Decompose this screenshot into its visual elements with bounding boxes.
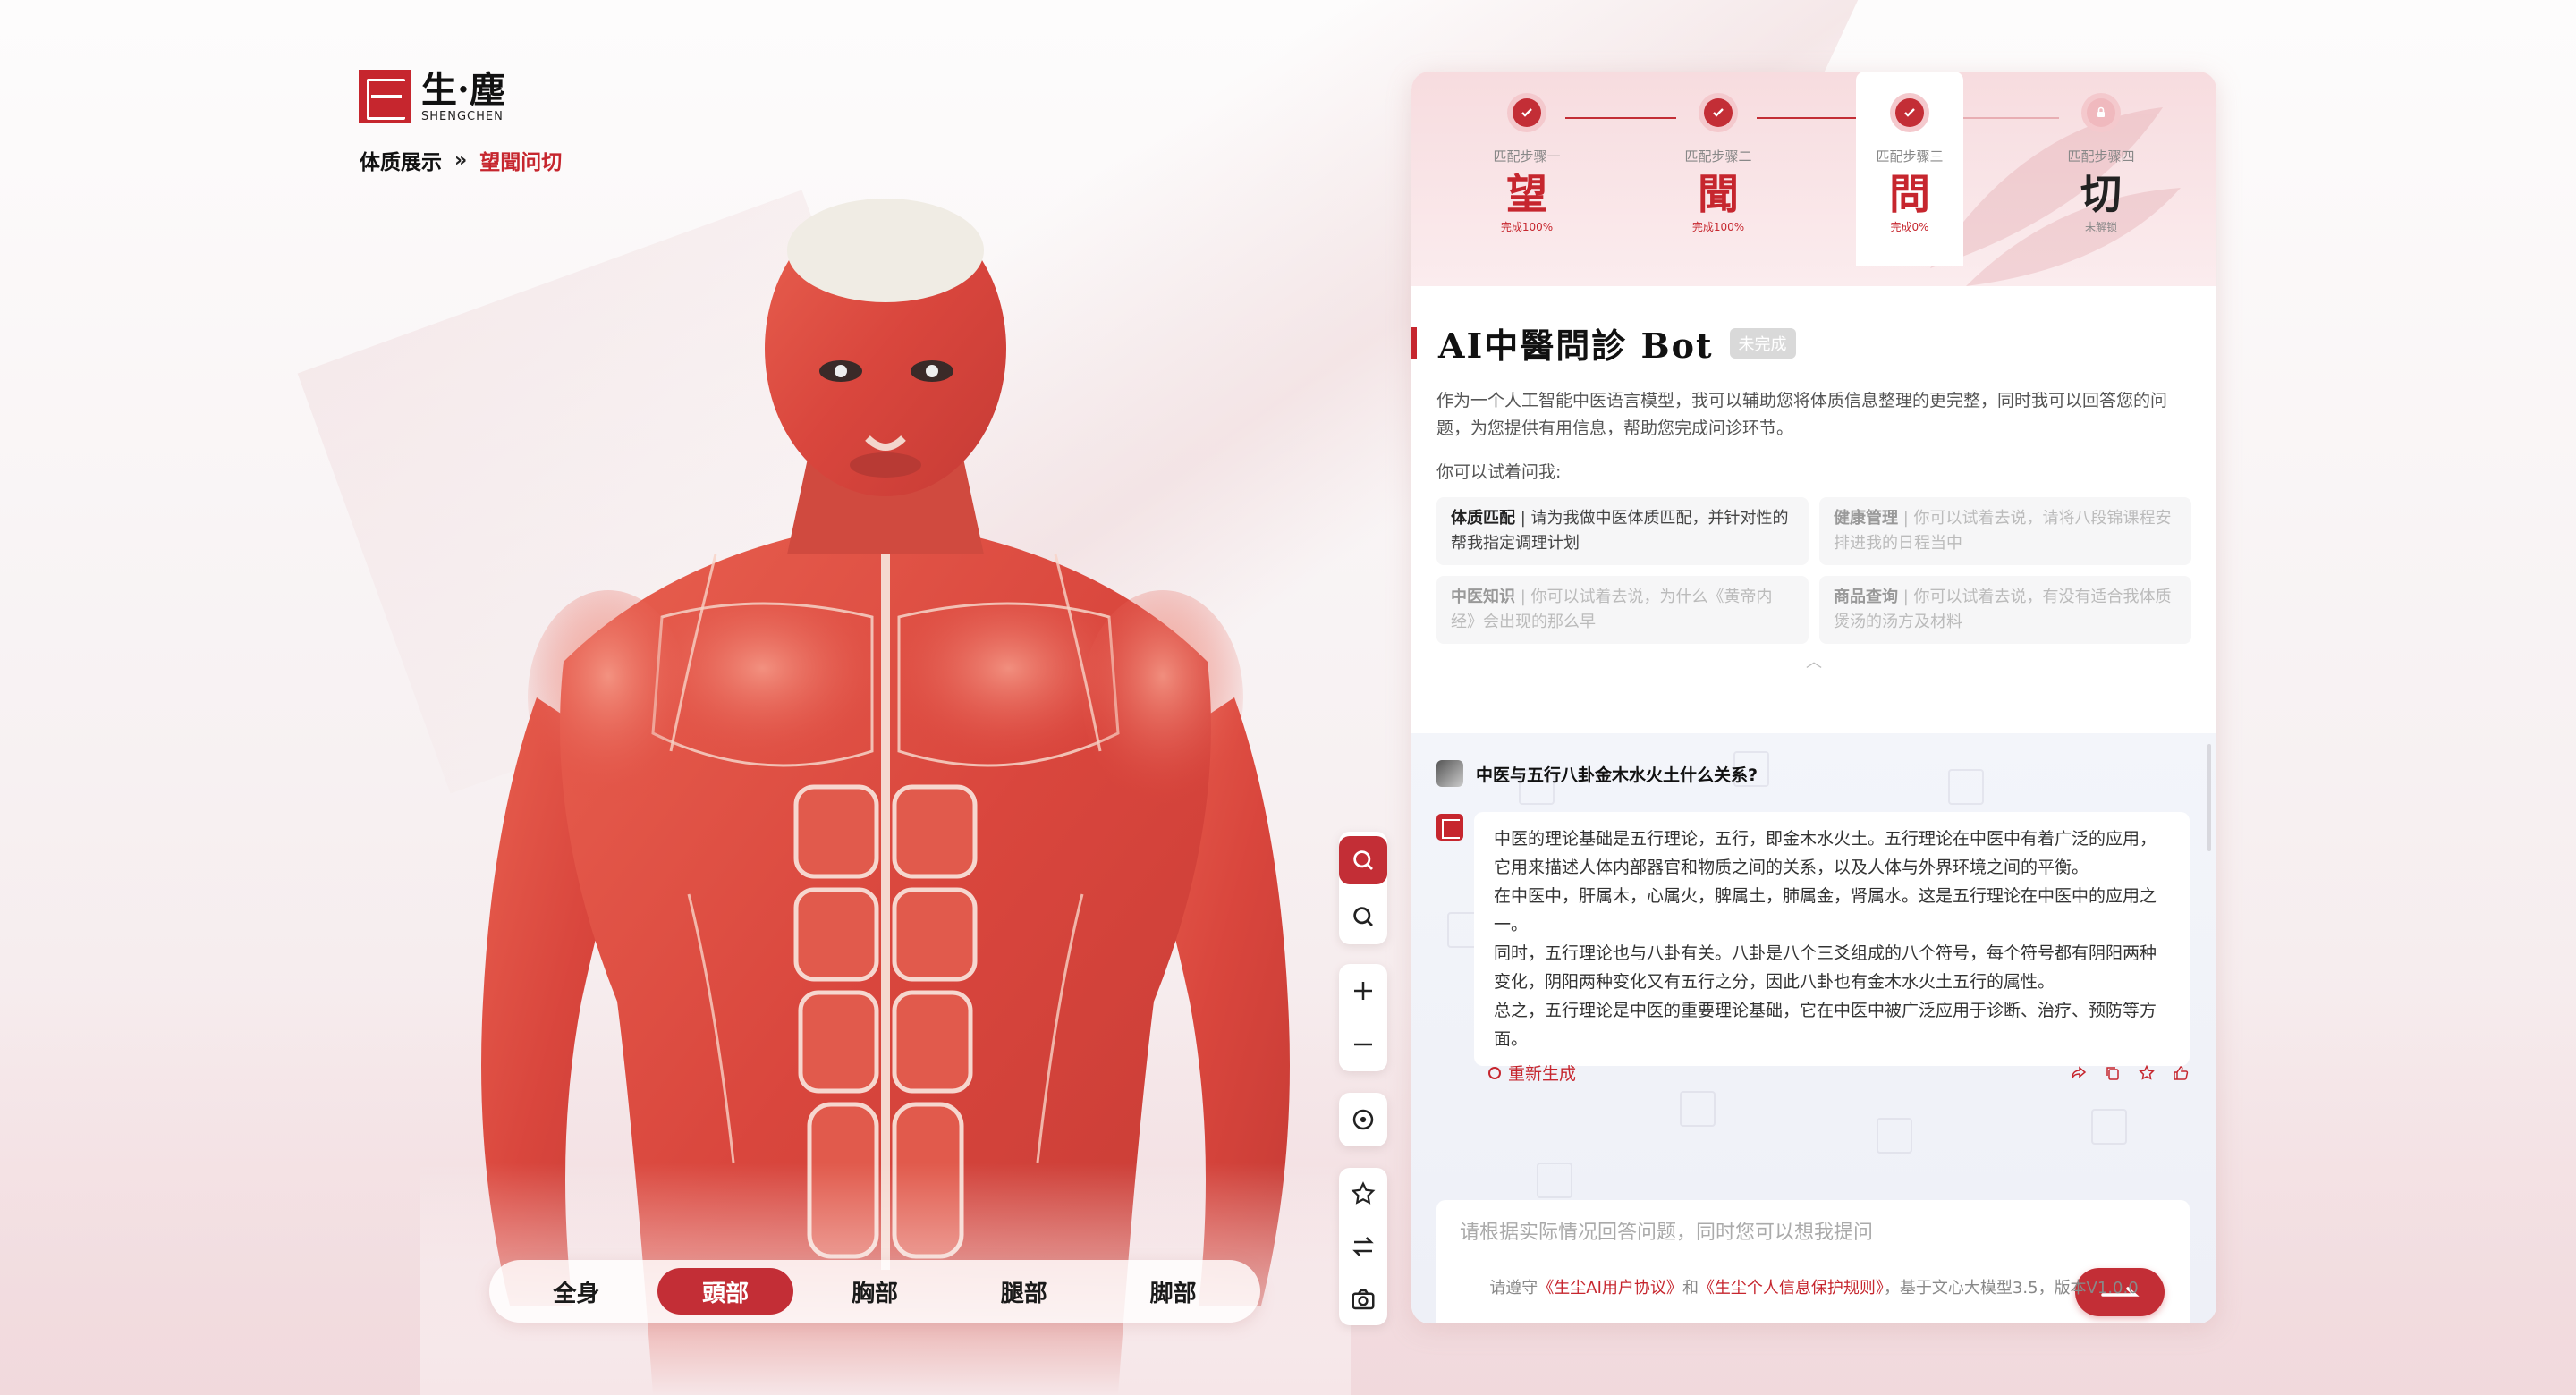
check-icon (1713, 108, 1724, 117)
tab-whole-body[interactable]: 全身 (508, 1268, 644, 1315)
lock-icon (2097, 106, 2105, 117)
tab-head[interactable]: 頭部 (657, 1268, 794, 1315)
chat-scrollbar[interactable] (2207, 744, 2211, 851)
message-actions: 重新生成 (1488, 1061, 2190, 1085)
body-part-tabs: 全身 頭部 胸部 腿部 脚部 (489, 1260, 1260, 1323)
user-agreement-link[interactable]: 《生尘AI用户协议》 (1538, 1279, 1682, 1298)
search-tool-group (1339, 832, 1387, 944)
answer-paragraph: 中医的理论基础是五行理论，五行，即金木水火土。五行理论在中医中有着广泛的应用，它… (1494, 829, 2157, 877)
suggestion-constitution-match[interactable]: 体质匹配 | 请为我做中医体质匹配，并针对性的帮我指定调理计划 (1436, 497, 1809, 565)
chat-input-box (1436, 1200, 2190, 1323)
brand-logo[interactable]: 生·塵 SHENGCHEN (359, 70, 505, 123)
camera-icon[interactable] (1339, 1275, 1387, 1323)
action-tool-group (1339, 1168, 1387, 1325)
step-status: 未解锁 (2084, 221, 2117, 233)
target-tool-group (1339, 1093, 1387, 1146)
step-three[interactable]: 匹配步骤三 問 完成0% (1856, 72, 1963, 266)
search-active-icon[interactable] (1339, 835, 1387, 884)
star-icon[interactable] (1339, 1170, 1387, 1218)
brand-name-en: SHENGCHEN (421, 109, 504, 123)
step-four[interactable]: 匹配步骤四 切 未解锁 (2047, 72, 2155, 234)
favorite-icon[interactable] (2138, 1064, 2156, 1082)
breadcrumb-current: 望聞问切 (479, 151, 563, 174)
refresh-icon (1488, 1066, 1501, 1079)
suggestion-health-management[interactable]: 健康管理 | 你可以试着去说，请将八段锦课程安排进我的日程当中 (1819, 497, 2191, 565)
zoom-in-icon[interactable] (1339, 967, 1387, 1015)
step-glyph: 問 (1889, 170, 1930, 218)
step-status: 完成100% (1691, 221, 1745, 233)
step-two[interactable]: 匹配步骤二 聞 完成100% (1665, 72, 1772, 234)
step-glyph: 切 (2080, 170, 2122, 218)
status-badge: 未完成 (1729, 327, 1796, 359)
tab-chest[interactable]: 胸部 (807, 1268, 943, 1315)
suggestion-tcm-knowledge[interactable]: 中医知识 | 你可以试着去说，为什么《黄帝内经》会出现的那么早 (1436, 576, 1809, 644)
tab-feet[interactable]: 脚部 (1106, 1268, 1241, 1315)
title-accent-bar (1411, 326, 1417, 359)
step-one[interactable]: 匹配步骤一 望 完成100% (1473, 72, 1580, 234)
share-icon[interactable] (2070, 1064, 2088, 1082)
step-glyph: 聞 (1698, 170, 1739, 218)
bot-avatar (1436, 814, 1463, 841)
thumbs-up-icon[interactable] (2172, 1064, 2190, 1082)
check-icon (1521, 108, 1532, 117)
bot-description: 作为一个人工智能中医语言模型，我可以辅助您将体质信息整理的更完整，同时我可以回答… (1436, 391, 2168, 438)
zoom-tool-group (1339, 964, 1387, 1071)
brand-mark-icon (359, 70, 411, 123)
step-progress: 匹配步骤一 望 完成100% 匹配步骤二 聞 完成100% 匹配步骤三 問 完成… (1411, 72, 2216, 286)
tab-legs[interactable]: 腿部 (956, 1268, 1092, 1315)
copy-icon[interactable] (2104, 1064, 2122, 1082)
step-status: 完成100% (1500, 221, 1554, 233)
breadcrumb-root[interactable]: 体质展示 (360, 145, 442, 175)
privacy-rules-link[interactable]: 《生尘个人信息保护规则》 (1699, 1279, 1884, 1298)
check-icon (1904, 108, 1915, 117)
try-label: 你可以试着问我: (1436, 462, 1562, 482)
swap-icon[interactable] (1339, 1222, 1387, 1271)
ai-diagnosis-panel: 匹配步骤一 望 完成100% 匹配步骤二 聞 完成100% 匹配步骤三 問 完成… (1411, 72, 2216, 1323)
muscle-body-figure[interactable] (420, 197, 1351, 1395)
regenerate-button[interactable]: 重新生成 (1488, 1061, 1576, 1085)
breadcrumb: 体质展示 » 望聞问切 (360, 145, 562, 175)
answer-paragraph: 同时，五行理论也与八卦有关。八卦是八个三爻组成的八个符号，每个符号都有阴阳两种变… (1494, 943, 2157, 992)
footer-notice: 请遵守《生尘AI用户协议》和《生尘个人信息保护规则》，基于文心大模型3.5，版本… (1489, 1279, 2139, 1298)
brand-name: 生·塵 (421, 68, 505, 111)
step-glyph: 望 (1506, 170, 1547, 218)
search-icon[interactable] (1339, 892, 1387, 941)
breadcrumb-separator-icon: » (454, 148, 468, 172)
chat-input[interactable] (1436, 1200, 2190, 1323)
step-label: 匹配步骤四 (2067, 148, 2135, 165)
user-avatar[interactable] (1436, 760, 1463, 787)
suggestion-grid: 体质匹配 | 请为我做中医体质匹配，并针对性的帮我指定调理计划 健康管理 | 你… (1436, 497, 2191, 644)
target-icon[interactable] (1339, 1095, 1387, 1144)
suggestion-product-query[interactable]: 商品查询 | 你可以试着去说，有没有适合我体质煲汤的汤方及材料 (1819, 576, 2191, 644)
zoom-out-icon[interactable] (1339, 1020, 1387, 1069)
bot-intro: AI中醫問診 Bot 未完成 作为一个人工智能中医语言模型，我可以辅助您将体质信… (1411, 286, 2216, 733)
bot-answer: 中医的理论基础是五行理论，五行，即金木水火土。五行理论在中医中有着广泛的应用，它… (1474, 812, 2190, 1066)
step-status: 完成0% (1890, 221, 1929, 233)
answer-paragraph: 在中医中，肝属木，心属火，脾属土，肺属金，肾属水。这是五行理论在中医中的应用之一… (1494, 886, 2157, 934)
chat-area: 中医与五行八卦金木水火土什么关系? 中医的理论基础是五行理论，五行，即金木水火土… (1411, 733, 2216, 1323)
step-label: 匹配步骤一 (1493, 148, 1561, 165)
user-question: 中医与五行八卦金木水火土什么关系? (1476, 765, 1758, 785)
step-label: 匹配步骤二 (1684, 148, 1752, 165)
user-message: 中医与五行八卦金木水火土什么关系? (1436, 760, 1758, 787)
collapse-chevron-icon[interactable]: ︿ (1436, 649, 2191, 672)
bot-title: AI中醫問診 Bot (1438, 326, 1714, 366)
answer-paragraph: 总之，五行理论是中医的重要理论基础，它在中医中被广泛应用于诊断、治疗、预防等方面… (1494, 1001, 2157, 1049)
step-label: 匹配步骤三 (1876, 148, 1944, 165)
